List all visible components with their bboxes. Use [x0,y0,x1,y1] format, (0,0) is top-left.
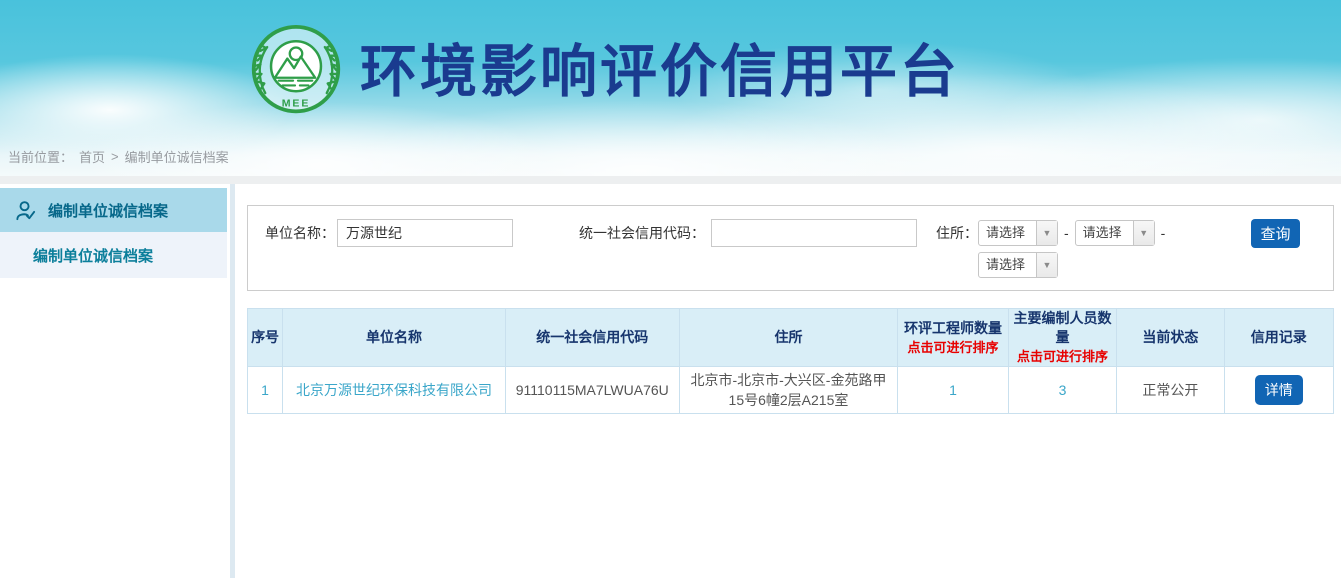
address-dash: - [1064,219,1069,247]
company-name-input[interactable] [337,219,513,247]
cell-index: 1 [248,367,283,414]
col-header-engineer-count-sortable[interactable]: 环评工程师数量 点击可进行排序 [898,309,1008,367]
cell-credit-record: 详情 [1224,367,1333,414]
cell-staff-count: 3 [1008,367,1116,414]
breadcrumb-prefix: 当前位置： [8,147,73,166]
brand: MEE 环境影响评价信用平台 [248,24,960,120]
header-divider [0,176,1341,184]
sort-hint[interactable]: 点击可进行排序 [900,338,1005,357]
table-header-row: 序号 单位名称 统一社会信用代码 住所 环评工程师数量 点击可进行排序 主要编制… [248,309,1334,367]
page-title: 环境影响评价信用平台 [360,24,960,120]
address-dash: - [1161,219,1166,247]
col-header-staff-count-sortable[interactable]: 主要编制人员数量 点击可进行排序 [1008,309,1116,367]
cell-engineer-count: 1 [898,367,1008,414]
cell-company: 北京万源世纪环保科技有限公司 [283,367,506,414]
col-header-credit-record: 信用记录 [1224,309,1333,367]
main-panel: 单位名称： 统一社会信用代码： 住所： 请选择 ▼ - [235,184,1341,578]
search-button[interactable]: 查询 [1251,219,1300,248]
address-label: 住所： [936,219,978,247]
breadcrumb-home-link[interactable]: 首页 [79,147,105,166]
cell-status: 正常公开 [1117,367,1224,414]
sidebar-subitem-unit-credit-archive[interactable]: 编制单位诚信档案 [0,232,227,278]
company-name-label: 单位名称： [265,219,335,247]
col-header-address: 住所 [679,309,898,367]
sidebar-item-unit-credit-archive[interactable]: 编制单位诚信档案 [0,188,227,232]
sort-hint[interactable]: 点击可进行排序 [1011,347,1114,366]
col-header-company: 单位名称 [283,309,506,367]
header-banner: MEE 环境影响评价信用平台 当前位置： 首页 > 编制单位诚信档案 [0,0,1341,176]
cell-credit-code: 91110115MA7LWUA76U [505,367,679,414]
engineer-count-link[interactable]: 1 [949,382,957,398]
credit-code-input[interactable] [711,219,917,247]
chevron-down-icon[interactable]: ▼ [1036,221,1057,245]
city-select[interactable]: 请选择 ▼ [1075,220,1155,246]
cell-address: 北京市-北京市-大兴区-金苑路甲15号6幢2层A215室 [679,367,898,414]
col-header-credit-code: 统一社会信用代码 [505,309,679,367]
breadcrumb-current: 编制单位诚信档案 [125,147,229,166]
chevron-down-icon[interactable]: ▼ [1133,221,1154,245]
person-check-icon [14,199,37,222]
sidebar: 编制单位诚信档案 编制单位诚信档案 [0,184,227,578]
credit-code-label: 统一社会信用代码： [579,219,705,247]
svg-text:MEE: MEE [282,98,311,110]
detail-button[interactable]: 详情 [1255,375,1303,405]
chevron-down-icon[interactable]: ▼ [1036,253,1057,277]
mee-logo-icon: MEE [248,24,344,120]
table-row: 1 北京万源世纪环保科技有限公司 91110115MA7LWUA76U 北京市-… [248,367,1334,414]
company-link[interactable]: 北京万源世纪环保科技有限公司 [296,382,492,398]
sidebar-subitem-label: 编制单位诚信档案 [33,245,153,266]
breadcrumb-separator: > [111,149,119,164]
results-table: 序号 单位名称 统一社会信用代码 住所 环评工程师数量 点击可进行排序 主要编制… [247,308,1334,414]
col-header-status: 当前状态 [1117,309,1224,367]
province-select[interactable]: 请选择 ▼ [978,220,1058,246]
sidebar-item-label: 编制单位诚信档案 [48,200,168,221]
staff-count-link[interactable]: 3 [1059,382,1067,398]
search-form: 单位名称： 统一社会信用代码： 住所： 请选择 ▼ - [247,205,1334,291]
col-header-index: 序号 [248,309,283,367]
district-select[interactable]: 请选择 ▼ [978,252,1058,278]
breadcrumb: 当前位置： 首页 > 编制单位诚信档案 [8,147,229,166]
